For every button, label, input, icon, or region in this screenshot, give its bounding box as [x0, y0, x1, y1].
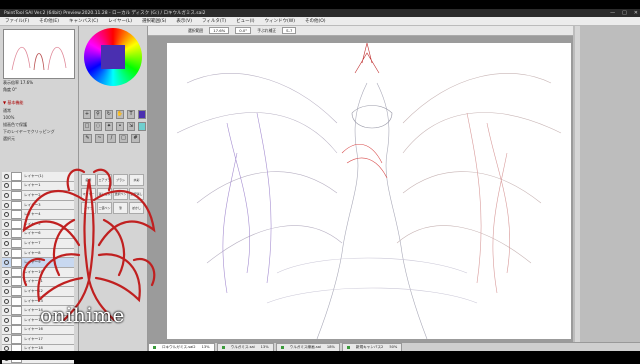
tab-zoom: 13% [201, 345, 210, 349]
tab-zoom: 50% [389, 345, 398, 349]
tab-label: ロキウルガミス.sai2 [162, 345, 196, 349]
clip-checkbox[interactable]: 下のレイヤーでクリッピング [3, 129, 55, 135]
select-tool-icon[interactable]: □ [83, 122, 91, 131]
tab-label: 新規キャンバス2 [355, 345, 384, 349]
watermark-text: onihime [40, 303, 125, 327]
eye-icon[interactable] [4, 250, 9, 256]
transform-tool-icon[interactable]: ⇲ [127, 122, 135, 131]
lineart-drawing [176, 43, 562, 339]
eye-icon[interactable] [4, 260, 9, 266]
canvas-toolbar: 選択範囲 17.6% 0.0° 手ぶれ補正 S-7 [148, 26, 573, 36]
menu-item[interactable]: その他(E) [34, 18, 64, 24]
menu-item[interactable]: その他(O) [300, 18, 331, 24]
eye-icon[interactable] [4, 288, 9, 294]
zoom-field[interactable]: 17.6% [209, 27, 230, 34]
menu-item[interactable]: レイヤー(L) [103, 18, 137, 24]
color-swatch-icon[interactable] [138, 110, 146, 119]
menu-bar: ファイル(F) その他(E) キャンバス(C) レイヤー(L) 選択範囲(S) … [0, 17, 640, 26]
protect-checkbox[interactable]: 描画色で保護 [3, 122, 27, 128]
angle-readout[interactable]: 角度 0° [3, 87, 17, 93]
layer-section-header: ▼ 基本機能 [3, 100, 24, 105]
saved-indicator-icon [280, 346, 284, 349]
window-controls: — □ ✕ [610, 9, 638, 17]
tool-palette: + ⚲ ↻ ✋ T □ ◌ ✦ • ⇲ ✎ ~ / □ # [80, 110, 146, 146]
eye-icon[interactable] [4, 202, 9, 208]
hand-tool-icon[interactable]: ✋ [115, 110, 125, 119]
maximize-icon[interactable]: □ [622, 9, 627, 17]
eyedropper-tool-icon[interactable]: • [116, 122, 124, 131]
eye-icon[interactable] [4, 183, 9, 189]
minimize-icon[interactable]: — [610, 9, 615, 17]
opacity-slider[interactable]: 100% [3, 115, 14, 120]
menu-item[interactable]: キャンバス(C) [64, 18, 103, 24]
eye-icon[interactable] [4, 221, 9, 227]
saved-indicator-icon [346, 346, 350, 349]
menu-item[interactable]: ウィンドウ(W) [260, 18, 300, 24]
eye-icon[interactable] [4, 269, 9, 275]
pen-tool-icon[interactable]: ✎ [83, 134, 92, 143]
eye-icon[interactable] [4, 173, 9, 179]
fill-tool-icon[interactable]: □ [119, 134, 128, 143]
eye-icon[interactable] [4, 317, 9, 323]
curve-tool-icon[interactable]: ~ [95, 134, 104, 143]
menu-item[interactable]: ファイル(F) [0, 18, 34, 24]
menu-item[interactable]: フィルタ(T) [197, 18, 231, 24]
eye-icon[interactable] [4, 336, 9, 342]
tab-zoom: 13% [260, 345, 269, 349]
close-icon[interactable]: ✕ [634, 9, 638, 17]
eye-icon[interactable] [4, 279, 9, 285]
tab-label: ウルガミス.sai [230, 345, 255, 349]
zoom-value: 17.6% [20, 80, 33, 85]
menu-item[interactable]: 選択範囲(S) [137, 18, 171, 24]
color-wheel[interactable] [84, 28, 142, 86]
eye-icon[interactable] [4, 212, 9, 218]
title-bar: PaintTool SAI Ver.2 (64bit) Preview.2020… [0, 9, 640, 17]
letterbox-top [0, 0, 640, 9]
tab-label: ウルガミス線画.sai [289, 345, 321, 349]
stabilizer-label: 手ぶれ補正 [257, 27, 277, 33]
letterbox-bottom [0, 351, 640, 360]
saved-indicator-icon [221, 346, 225, 349]
menu-item[interactable]: 表示(V) [171, 18, 197, 24]
blend-mode-select[interactable]: 通常 [3, 108, 11, 114]
zoom-readout[interactable]: 表示倍率 17.6% [3, 80, 33, 86]
eye-icon[interactable] [4, 298, 9, 304]
canvas-area[interactable]: 選択範囲 17.6% 0.0° 手ぶれ補正 S-7 [148, 26, 573, 342]
text-tool-icon[interactable]: T [127, 110, 136, 119]
navigator-preview[interactable] [3, 29, 75, 79]
vertical-scrollbar[interactable] [575, 26, 580, 342]
stabilizer-select[interactable]: S-7 [282, 27, 297, 34]
eye-icon[interactable] [4, 240, 9, 246]
select-source-checkbox[interactable]: 選択元 [3, 136, 15, 142]
move-tool-icon[interactable]: + [83, 110, 91, 119]
eye-icon[interactable] [4, 192, 9, 198]
eye-icon[interactable] [4, 327, 9, 333]
eye-icon[interactable] [4, 308, 9, 314]
grid-tool-icon[interactable]: # [131, 134, 140, 143]
drawing-canvas[interactable] [167, 43, 571, 339]
angle-value: 0° [12, 87, 17, 92]
eye-icon[interactable] [4, 231, 9, 237]
select-label: 選択範囲 [188, 27, 204, 33]
tab-zoom: 18% [326, 345, 335, 349]
zoom-tool-icon[interactable]: ⚲ [93, 110, 102, 119]
navigator-thumbnail [4, 30, 74, 78]
color-square[interactable] [101, 45, 125, 69]
secondary-swatch-icon[interactable] [138, 122, 146, 131]
angle-field[interactable]: 0.0° [235, 27, 252, 34]
menu-item[interactable]: ビュー(I) [231, 18, 259, 24]
window-title: PaintTool SAI Ver.2 (64bit) Preview.2020… [4, 11, 206, 16]
line-tool-icon[interactable]: / [107, 134, 116, 143]
wand-tool-icon[interactable]: ✦ [105, 122, 113, 131]
right-panel [573, 26, 640, 342]
lasso-tool-icon[interactable]: ◌ [94, 122, 102, 131]
rotate-tool-icon[interactable]: ↻ [104, 110, 113, 119]
